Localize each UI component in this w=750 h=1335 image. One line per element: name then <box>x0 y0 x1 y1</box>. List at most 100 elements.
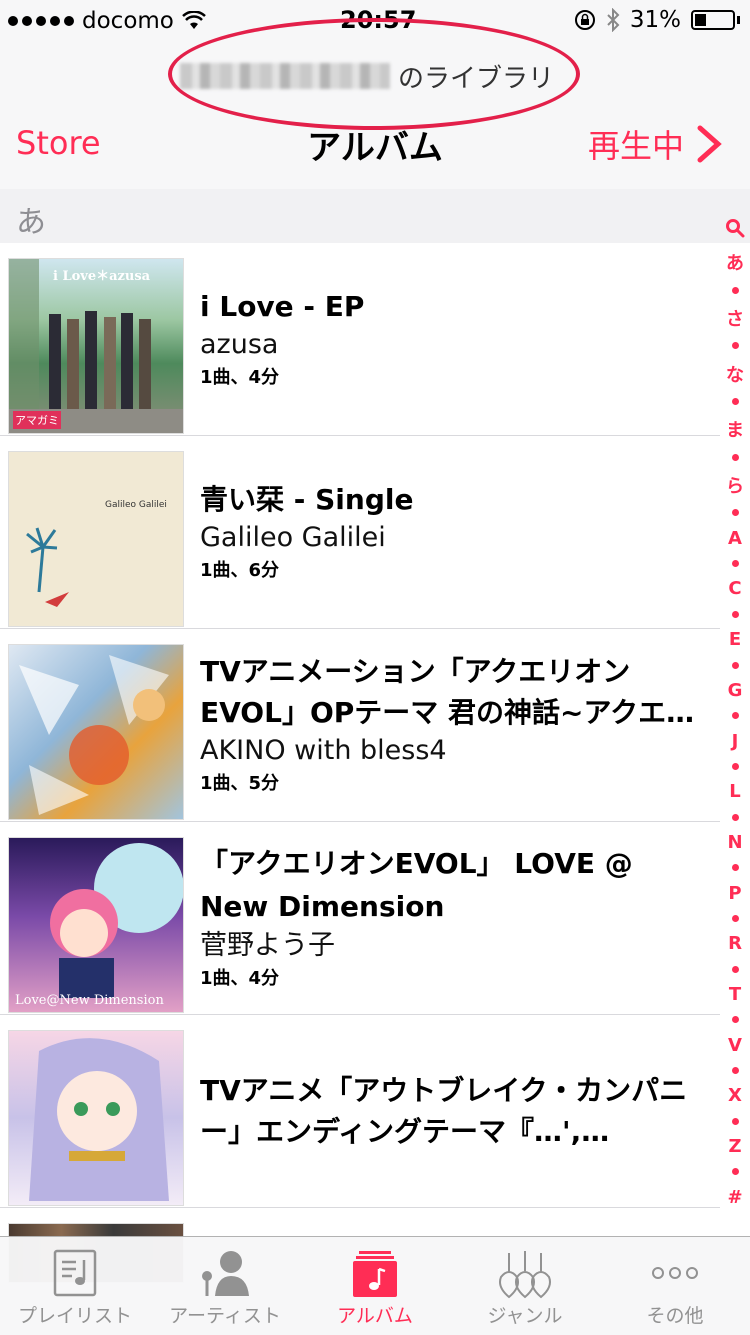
album-meta: 「アクエリオンEVOL」 LOVE @ New Dimension 菅野よう子 … <box>200 822 700 1014</box>
index-dot <box>731 1067 739 1074</box>
battery-percent: 31% <box>629 7 681 33</box>
album-art-caption: Love@New Dimension <box>15 993 164 1008</box>
status-right: 31% <box>574 7 740 33</box>
album-meta: TVアニメ「アウトブレイク・カンパニー」エンディングテーマ『…', 'artis… <box>200 1015 700 1207</box>
index-dot <box>731 864 739 872</box>
album-title: i Love - EP <box>200 289 365 323</box>
album-info: 1曲、4分 <box>200 366 280 388</box>
album-art <box>8 1030 184 1206</box>
album-row[interactable]: TVアニメーション「アクエリオンEVOL」OPテーマ 君の神話~アクエリオン第二… <box>0 629 720 822</box>
album-title: TVアニメーション「アクエリオンEVOL」OPテーマ 君の神話~アクエリオン第二… <box>200 655 695 729</box>
chevron-right-icon <box>697 125 722 163</box>
rotation-lock-icon <box>574 10 595 30</box>
index-dot <box>731 1168 739 1176</box>
index-dot <box>731 610 739 618</box>
signal-strength-icon <box>8 16 74 26</box>
album-info: 1曲、6分 <box>200 559 280 581</box>
index-letter[interactable]: さ <box>726 305 744 331</box>
album-title: TVアニメ「アウトブレイク・カンパニー」エンディングテーマ『…', 'artis… <box>200 1074 688 1148</box>
tab-playlists[interactable]: プレイリスト <box>0 1237 150 1335</box>
album-artist: Galileo Galilei <box>200 521 386 553</box>
index-letter[interactable]: E <box>729 629 741 650</box>
index-dot <box>731 398 739 406</box>
tab-bar: プレイリスト アーティスト アルバム ジャンル その他 <box>0 1236 750 1335</box>
album-art: Galileo Galilei <box>8 451 184 627</box>
header: docomo 20:57 31% のライブラリ Store アルバム 再生中 <box>0 0 750 190</box>
album-art-illustration <box>29 1038 169 1201</box>
section-index-bar[interactable]: あ さ な ま ら A C E G J L N P R T V X Z # <box>720 218 750 1208</box>
album-meta: TVアニメーション「アクエリオンEVOL」OPテーマ 君の神話~アクエリオン第二… <box>200 629 700 821</box>
index-dot <box>731 509 739 517</box>
album-title: 青い栞 - Single <box>200 482 414 516</box>
now-playing-label: 再生中 <box>587 127 684 165</box>
index-dot <box>731 914 739 922</box>
battery-fill <box>695 14 707 26</box>
tab-label: アーティスト <box>169 1305 281 1327</box>
index-dot <box>731 1016 739 1024</box>
index-letter[interactable]: X <box>728 1085 742 1106</box>
index-letter[interactable]: L <box>729 781 740 802</box>
battery-cap <box>737 16 740 24</box>
index-letter[interactable]: Z <box>728 1136 741 1157</box>
album-art: i Love＊azusa アマガミ <box>8 258 184 434</box>
wifi-icon <box>182 11 206 29</box>
index-letter[interactable]: な <box>726 361 744 387</box>
album-art-illustration <box>9 259 183 433</box>
index-dot <box>731 560 739 568</box>
album-row[interactable]: i Love＊azusa アマガミ i Love - EP azusa 1曲、4… <box>0 243 720 436</box>
index-letter[interactable]: A <box>728 528 742 549</box>
index-letter[interactable]: N <box>727 832 742 853</box>
index-letter[interactable]: ま <box>726 416 744 442</box>
album-artist: 菅野よう子 <box>200 930 335 961</box>
tab-label: プレイリスト <box>17 1305 132 1327</box>
carrier-label: docomo <box>82 8 174 34</box>
album-info: 1曲、5分 <box>200 773 280 794</box>
battery-icon <box>691 10 735 30</box>
index-dot <box>731 286 739 294</box>
album-row[interactable]: Galileo Galilei 青い栞 - Single Galileo Gal… <box>0 436 720 629</box>
album-meta: i Love - EP azusa 1曲、4分 <box>200 243 700 435</box>
album-title: 「アクエリオンEVOL」 LOVE @ New Dimension <box>200 847 633 923</box>
index-letter[interactable]: # <box>727 1187 742 1208</box>
index-letter[interactable]: J <box>732 731 739 752</box>
album-art: Love@New Dimension <box>8 837 184 1013</box>
search-icon[interactable] <box>725 218 745 238</box>
index-letter[interactable]: T <box>729 984 741 1005</box>
index-letter[interactable]: あ <box>726 249 744 275</box>
tab-albums[interactable]: アルバム <box>300 1237 450 1335</box>
red-highlight-annotation <box>168 18 580 130</box>
tab-label: ジャンル <box>487 1305 563 1327</box>
tab-genres[interactable]: ジャンル <box>450 1237 600 1335</box>
index-dot <box>731 342 739 350</box>
index-letter[interactable]: C <box>728 578 741 599</box>
index-dot <box>731 712 739 720</box>
album-art-illustration <box>50 843 183 998</box>
more-icon <box>645 1245 705 1301</box>
album-art-caption: i Love＊azusa <box>53 269 151 284</box>
album-art-logo: アマガミ <box>13 411 61 429</box>
index-letter[interactable]: P <box>728 883 741 904</box>
index-letter[interactable]: V <box>728 1035 742 1056</box>
status-left: docomo <box>8 8 206 34</box>
tab-label: アルバム <box>337 1305 413 1327</box>
bluetooth-icon <box>607 8 620 32</box>
tab-label: その他 <box>646 1305 704 1327</box>
album-artist: azusa <box>200 328 279 360</box>
artist-icon <box>195 1245 255 1301</box>
genre-icon <box>495 1245 555 1301</box>
index-letter[interactable]: G <box>728 680 743 701</box>
index-dot <box>731 453 739 461</box>
tab-more[interactable]: その他 <box>600 1237 750 1335</box>
index-dot <box>731 965 739 973</box>
tab-artists[interactable]: アーティスト <box>150 1237 300 1335</box>
now-playing-button[interactable]: 再生中 <box>588 121 726 167</box>
index-dot <box>731 661 739 669</box>
album-art-illustration <box>19 655 169 815</box>
index-letter[interactable]: R <box>728 933 742 954</box>
album-row[interactable]: TVアニメ「アウトブレイク・カンパニー」エンディングテーマ『…', 'artis… <box>0 1015 720 1208</box>
playlist-icon <box>45 1245 105 1301</box>
index-letter[interactable]: ら <box>726 472 744 498</box>
album-artist: AKINO with bless4 <box>200 735 447 766</box>
album-row[interactable]: Love@New Dimension 「アクエリオンEVOL」 LOVE @ N… <box>0 822 720 1015</box>
index-dot <box>731 762 739 770</box>
